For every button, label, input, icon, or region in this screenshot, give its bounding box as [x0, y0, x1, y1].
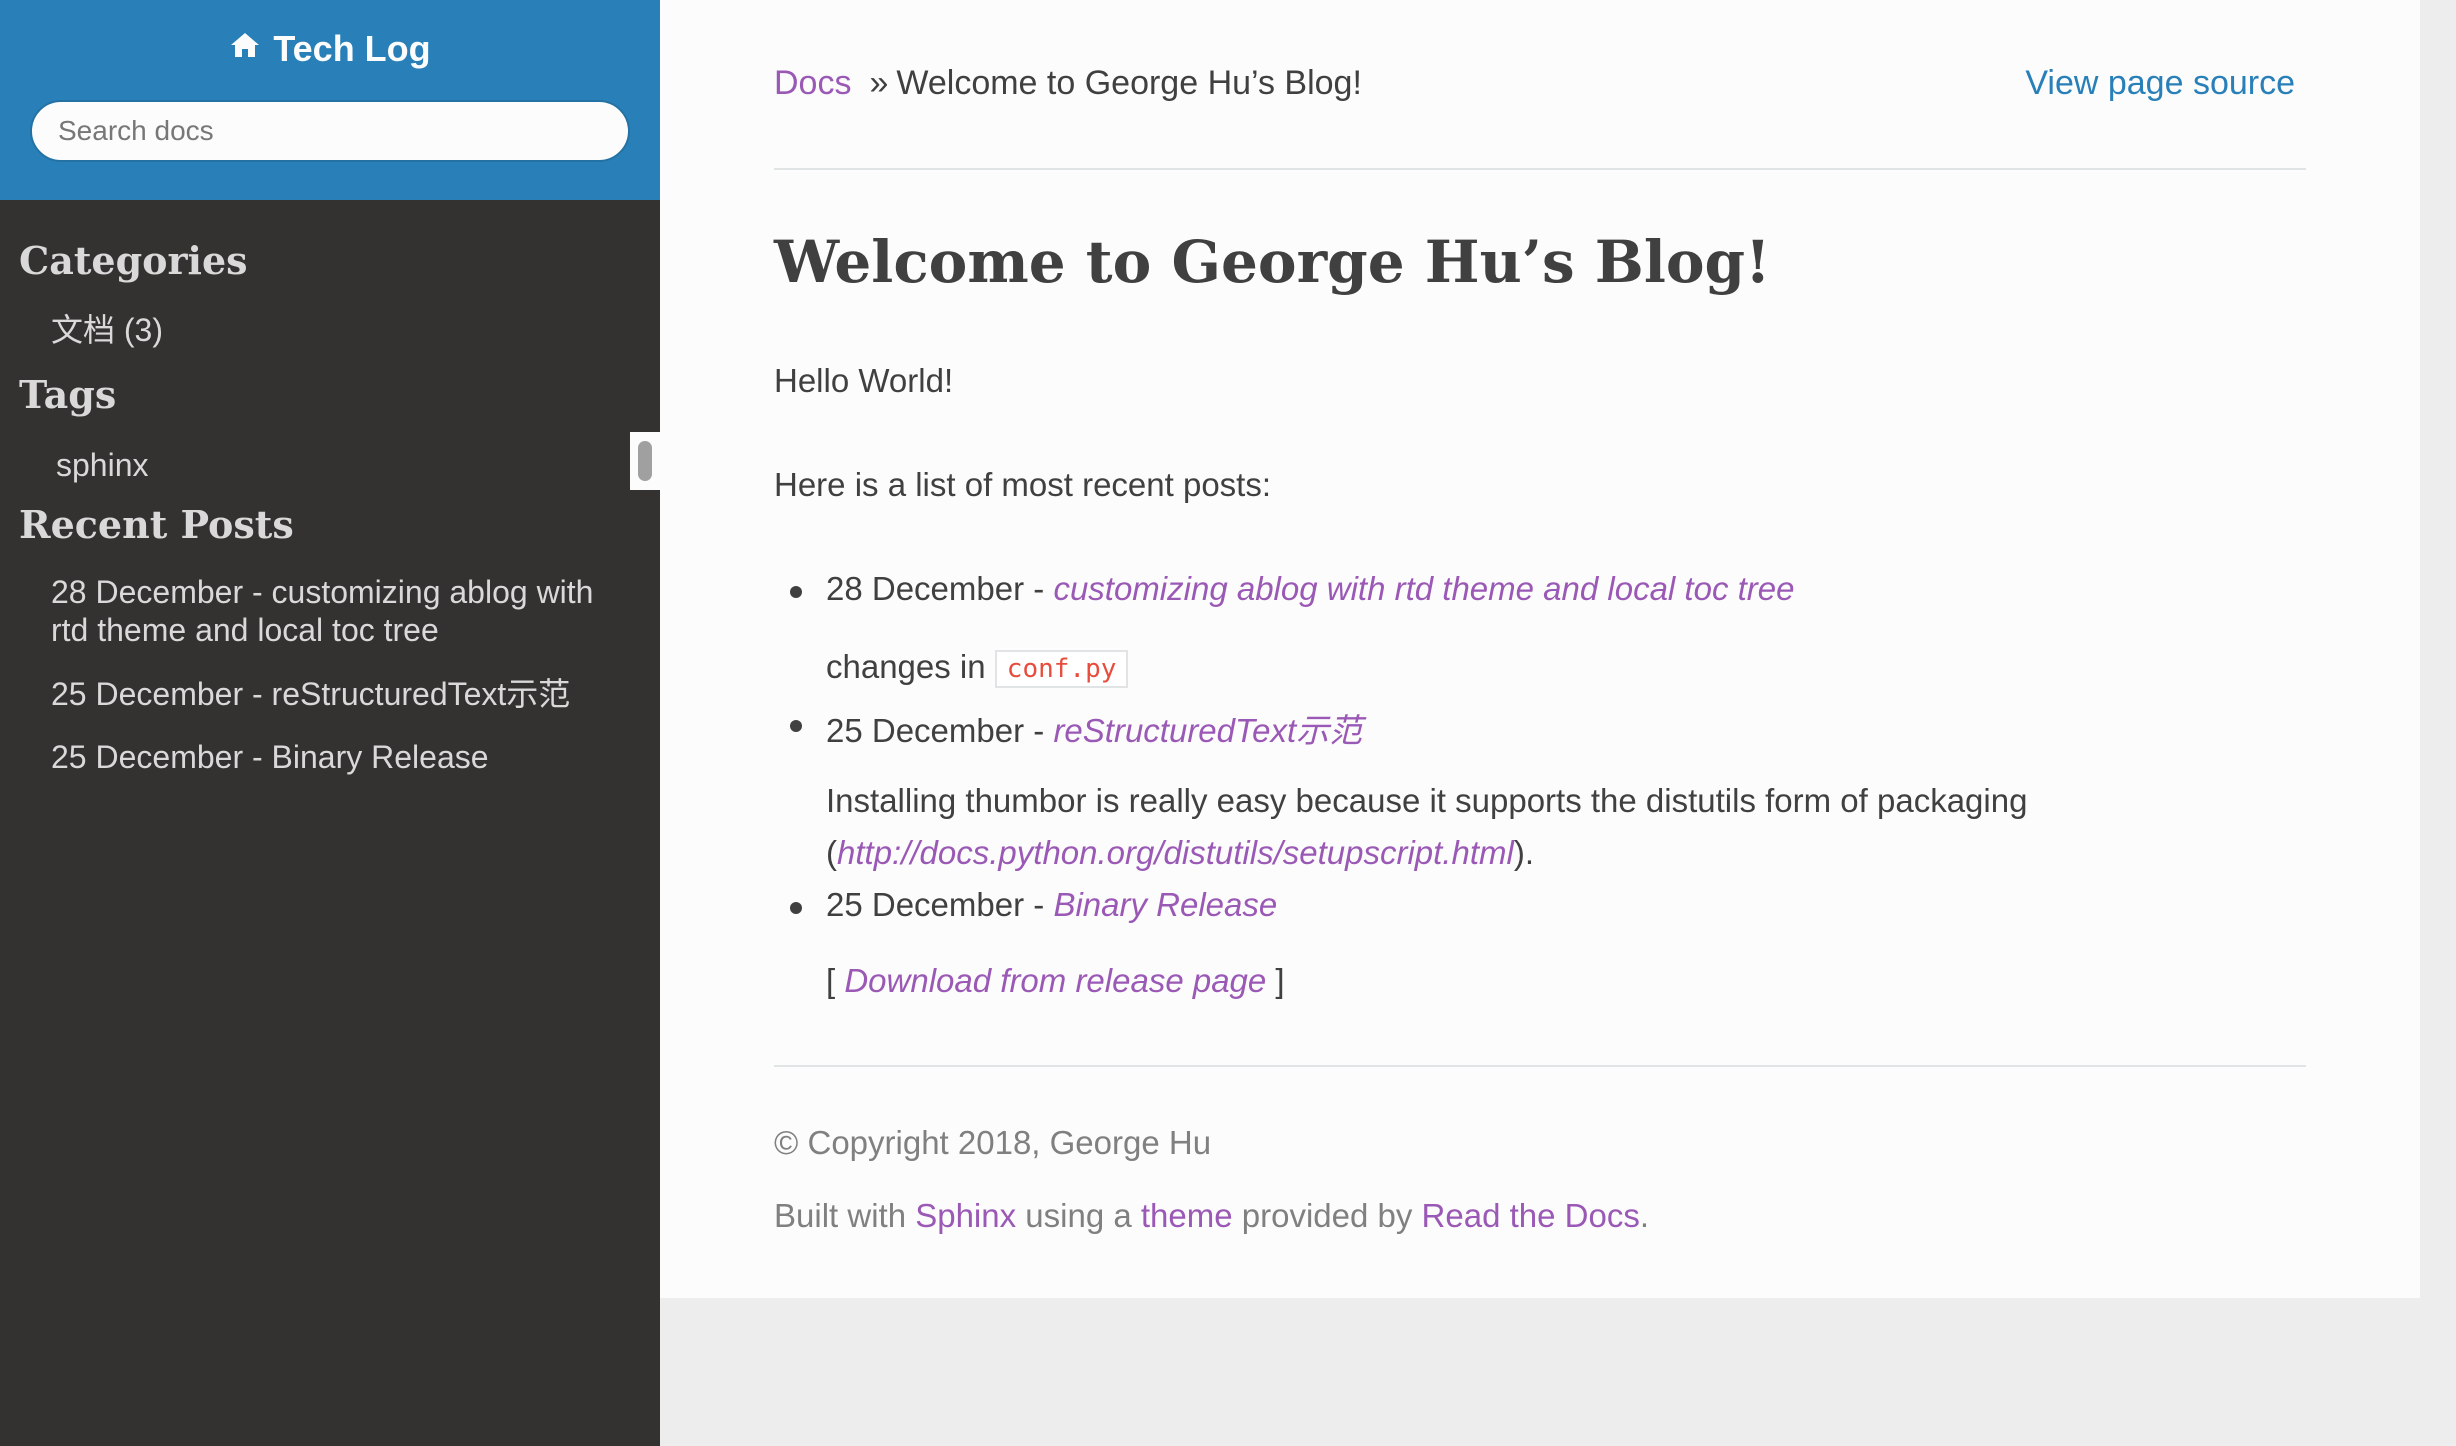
sidebar: Tech Log Categories 文档 (3) Tags sphinx R… — [0, 0, 660, 1446]
recent-posts-heading: Recent Posts — [19, 502, 294, 547]
recent-post-item[interactable]: 25 December - Binary Release — [51, 738, 611, 776]
excerpt-text: changes in — [826, 648, 995, 685]
post-link[interactable]: customizing ablog with rtd theme and loc… — [1053, 570, 1794, 607]
post-excerpt: changes in conf.py — [826, 648, 1129, 689]
divider — [774, 1065, 2306, 1067]
intro-text: Hello World! — [774, 362, 954, 399]
built-with-text: Built with Sphinx using a theme provided… — [774, 1197, 1649, 1235]
post-excerpt: Installing thumbor is really easy becaus… — [826, 782, 2028, 819]
list-intro-text: Here is a list of most recent posts: — [774, 466, 1272, 503]
bracket-open: [ — [826, 962, 845, 999]
bullet — [790, 720, 802, 732]
breadcrumb-current: Welcome to George Hu’s Blog! — [896, 64, 1362, 102]
post-date: 25 December - — [826, 886, 1054, 923]
main-content: Docs» Welcome to George Hu’s Blog! View p… — [660, 0, 2420, 1298]
post-link[interactable]: Binary Release — [1053, 886, 1277, 923]
period: . — [1639, 1197, 1650, 1234]
tags-heading: Tags — [19, 372, 117, 417]
categories-heading: Categories — [19, 238, 248, 283]
external-link[interactable]: http://docs.python.org/distutils/setupsc… — [837, 834, 1514, 871]
tag-item[interactable]: sphinx — [56, 446, 616, 484]
provided-by-text: provided by — [1232, 1197, 1422, 1234]
recent-post-item[interactable]: 28 December - customizing ablog with rtd… — [51, 573, 611, 649]
breadcrumb: Docs » Welcome to George Hu’s Blog! — [774, 64, 1362, 103]
post-entry: 25 December - reStructuredText示范 — [826, 704, 1362, 752]
post-link[interactable]: reStructuredText示范 — [1053, 712, 1362, 749]
breadcrumb-separator: » — [869, 64, 889, 102]
bullet — [790, 586, 802, 598]
paren-close: ). — [1513, 834, 1534, 871]
breadcrumb-home-link[interactable]: Docs — [774, 64, 851, 102]
post-entry: 28 December - customizing ablog with rtd… — [826, 570, 1795, 608]
inline-code: conf.py — [994, 650, 1129, 689]
theme-link[interactable]: theme — [1141, 1197, 1233, 1234]
sidebar-scrollbar[interactable] — [630, 432, 660, 490]
project-home-link[interactable]: Tech Log — [229, 28, 431, 70]
page-title: Welcome to George Hu’s Blog! — [774, 228, 1771, 296]
read-the-docs-link[interactable]: Read the Docs — [1422, 1197, 1640, 1234]
home-icon — [229, 28, 261, 70]
search-input[interactable] — [30, 100, 630, 162]
post-date: 28 December - — [826, 570, 1054, 607]
using-a-text: using a — [1016, 1197, 1141, 1234]
post-date: 25 December - — [826, 712, 1054, 749]
bullet — [790, 902, 802, 914]
divider — [774, 168, 2306, 170]
bracket-close: ] — [1266, 962, 1285, 999]
recent-post-item[interactable]: 25 December - reStructuredText示范 — [51, 675, 611, 713]
sphinx-link[interactable]: Sphinx — [915, 1197, 1016, 1234]
project-name: Tech Log — [273, 28, 431, 69]
built-prefix: Built with — [774, 1197, 916, 1234]
view-page-source-link[interactable]: View page source — [2025, 64, 2295, 103]
post-excerpt-link-line: (http://docs.python.org/distutils/setups… — [826, 834, 1534, 872]
post-entry: 25 December - Binary Release — [826, 886, 1277, 924]
copyright-text: © Copyright 2018, George Hu — [774, 1124, 1212, 1161]
post-excerpt: [ Download from release page ] — [826, 962, 1285, 1000]
download-link[interactable]: Download from release page — [844, 962, 1266, 999]
paren-open: ( — [826, 834, 837, 871]
category-item[interactable]: 文档 (3) — [51, 311, 611, 349]
sidebar-header: Tech Log — [0, 0, 660, 200]
